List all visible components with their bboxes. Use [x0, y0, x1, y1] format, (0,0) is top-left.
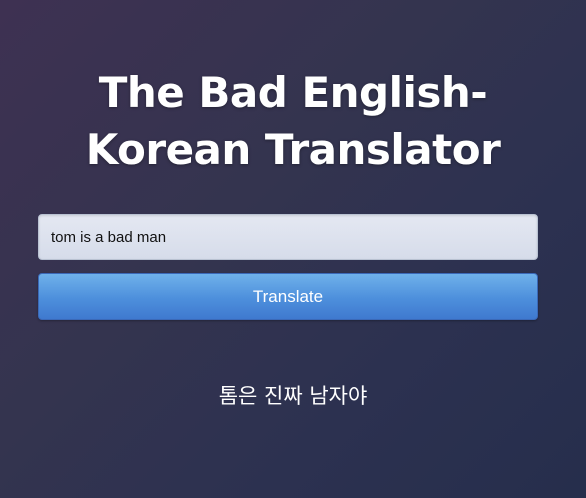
- page-title-line-1: The Bad English-: [98, 68, 488, 117]
- page-title: The Bad English- Korean Translator: [0, 64, 586, 178]
- translate-button[interactable]: Translate: [38, 273, 538, 320]
- translation-output: 톰은 진짜 남자야: [218, 384, 368, 408]
- text-input[interactable]: [38, 214, 538, 260]
- page-title-line-2: Korean Translator: [85, 125, 501, 174]
